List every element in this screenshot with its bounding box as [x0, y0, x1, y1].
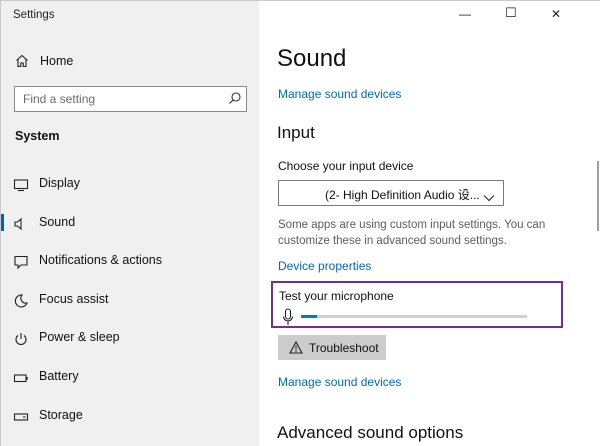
sidebar-item-battery[interactable]: Battery	[1, 364, 259, 403]
sidebar-item-power-sleep[interactable]: Power & sleep	[1, 325, 259, 364]
sidebar-item-label: Display	[39, 176, 80, 190]
search-input[interactable]	[23, 91, 223, 107]
maximize-button[interactable]: ☐	[505, 5, 517, 21]
sidebar-item-label: Notifications & actions	[39, 253, 162, 268]
sidebar-item-home[interactable]: Home	[1, 48, 259, 74]
custom-input-note: Some apps are using custom input setting…	[278, 219, 546, 247]
troubleshoot-label: Troubleshoot	[309, 341, 379, 355]
sidebar-item-label: Storage	[39, 407, 83, 422]
search-icon[interactable]	[228, 91, 242, 110]
scrollbar[interactable]	[597, 161, 599, 231]
sidebar-item-storage[interactable]: Storage	[1, 403, 259, 442]
input-device-dropdown[interactable]: (2- High Definition Audio 设...	[278, 180, 504, 206]
speaker-icon	[13, 216, 29, 232]
sidebar-item-display[interactable]: Display	[1, 171, 259, 210]
troubleshoot-button[interactable]: Troubleshoot	[278, 335, 386, 360]
close-button[interactable]: ✕	[551, 7, 561, 21]
display-icon	[13, 177, 29, 193]
search-box[interactable]	[14, 86, 247, 112]
device-properties-link[interactable]: Device properties	[278, 259, 371, 273]
app-title: Settings	[13, 9, 55, 21]
manage-sound-devices-link[interactable]: Manage sound devices	[278, 87, 401, 101]
section-title: System	[15, 129, 60, 143]
manage-sound-devices-link-bottom[interactable]: Manage sound devices	[278, 375, 401, 389]
chevron-down-icon	[483, 189, 495, 207]
sidebar-item-label: Sound	[39, 214, 76, 229]
input-device-value: (2- High Definition Audio 设...	[325, 188, 480, 202]
settings-window: Settings Home System Display	[0, 0, 600, 446]
sidebar: Settings Home System Display	[1, 1, 259, 446]
sidebar-item-label: Focus assist	[39, 291, 109, 306]
battery-icon	[13, 370, 29, 386]
home-icon	[15, 54, 29, 73]
page-title: Sound	[277, 45, 347, 72]
power-icon	[13, 331, 29, 347]
test-microphone-label: Test your microphone	[279, 289, 394, 303]
active-indicator	[1, 213, 4, 231]
sidebar-item-label: Power & sleep	[39, 330, 120, 345]
microphone-icon	[282, 308, 294, 331]
input-heading: Input	[277, 123, 315, 142]
nav-list: Display Sound Notifications & actions Fo…	[1, 171, 259, 441]
sidebar-item-sound[interactable]: Sound	[1, 210, 259, 249]
minimize-button[interactable]: —	[459, 7, 471, 21]
notifications-icon	[13, 254, 29, 270]
microphone-level-fill	[301, 315, 317, 318]
warning-icon	[289, 340, 303, 357]
main-panel: — ☐ ✕ Sound Manage sound devices Input C…	[259, 1, 600, 446]
sidebar-item-focus-assist[interactable]: Focus assist	[1, 287, 259, 326]
sidebar-item-label: Home	[40, 54, 74, 68]
microphone-level-meter	[301, 315, 527, 318]
sidebar-item-notifications[interactable]: Notifications & actions	[1, 248, 259, 287]
storage-icon	[13, 409, 29, 425]
sidebar-item-label: Battery	[39, 368, 79, 383]
advanced-sound-options-heading[interactable]: Advanced sound options	[277, 423, 463, 443]
choose-input-label: Choose your input device	[278, 159, 414, 173]
moon-icon	[13, 293, 29, 309]
